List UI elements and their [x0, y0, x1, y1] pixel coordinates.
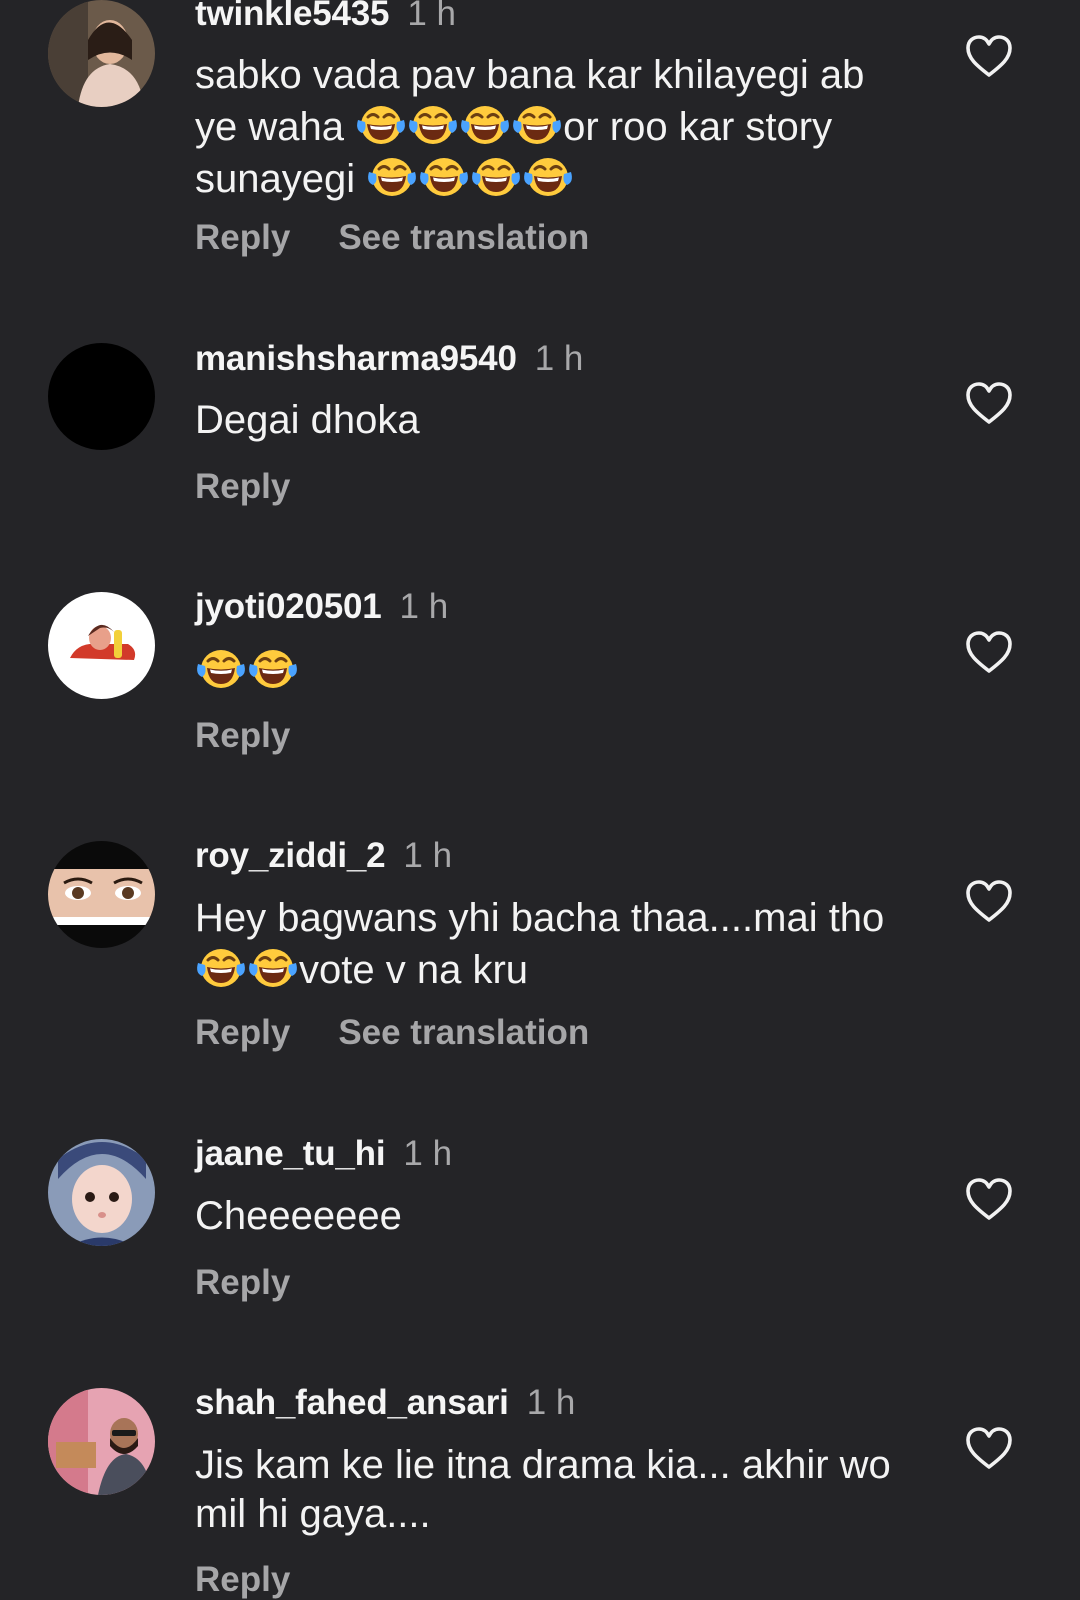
joy-emoji-icon	[355, 100, 407, 148]
joy-emoji-icon	[470, 152, 522, 200]
timestamp: 1 h	[526, 1383, 576, 1422]
username[interactable]: jyoti020501	[195, 587, 382, 626]
timestamp: 1 h	[534, 339, 584, 378]
joy-emoji-icon	[195, 644, 247, 692]
comment-text: Jis kam ke lie itna drama kia... akhir w…	[195, 1441, 915, 1539]
reply-button[interactable]: Reply	[195, 716, 290, 756]
avatar[interactable]	[48, 841, 155, 948]
comment-text: Hey bagwans yhi bacha thaa....mai tho vo…	[195, 894, 915, 995]
see-translation-button[interactable]: See translation	[338, 1013, 589, 1053]
avatar[interactable]	[48, 0, 155, 107]
joy-emoji-icon	[459, 100, 511, 148]
timestamp: 1 h	[407, 0, 456, 33]
see-translation-button[interactable]: See translation	[338, 218, 589, 258]
comment-actions: Reply	[195, 716, 290, 756]
reply-button[interactable]: Reply	[195, 218, 290, 258]
comment-text: Degai dhoka	[195, 396, 915, 445]
username[interactable]: roy_ziddi_2	[195, 836, 386, 875]
heart-outline-icon[interactable]	[964, 1176, 1014, 1222]
timestamp: 1 h	[399, 587, 449, 626]
joy-emoji-icon	[247, 943, 299, 991]
avatar[interactable]	[48, 592, 155, 699]
heart-outline-icon[interactable]	[964, 629, 1014, 675]
comment-text-part: Cheeeeeee	[195, 1194, 402, 1238]
comment-header: manishsharma9540 1 h	[195, 339, 583, 379]
comment-header: jyoti020501 1 h	[195, 587, 448, 627]
comment-text: Cheeeeeee	[195, 1192, 915, 1241]
comment-actions: Reply See translation	[195, 218, 589, 258]
heart-outline-icon[interactable]	[964, 380, 1014, 426]
username[interactable]: jaane_tu_hi	[195, 1134, 386, 1173]
comment-text: sabko vada pav bana kar khilayegi ab ye …	[195, 51, 915, 204]
comment-header: roy_ziddi_2 1 h	[195, 836, 452, 876]
joy-emoji-icon	[511, 100, 563, 148]
username[interactable]: shah_fahed_ansari	[195, 1383, 509, 1422]
joy-emoji-icon	[522, 152, 574, 200]
timestamp: 1 h	[403, 1134, 453, 1173]
avatar[interactable]	[48, 1388, 155, 1495]
reply-button[interactable]: Reply	[195, 1560, 290, 1600]
comment-header: twinkle5435 1 h	[195, 0, 456, 34]
comment-actions: Reply	[195, 1560, 290, 1600]
avatar[interactable]	[48, 343, 155, 450]
timestamp: 1 h	[403, 836, 453, 875]
heart-outline-icon[interactable]	[964, 33, 1014, 79]
joy-emoji-icon	[247, 644, 299, 692]
comment-actions: Reply	[195, 467, 290, 507]
username[interactable]: manishsharma9540	[195, 339, 517, 378]
joy-emoji-icon	[418, 152, 470, 200]
comment-header: jaane_tu_hi 1 h	[195, 1134, 452, 1174]
joy-emoji-icon	[195, 943, 247, 991]
comment-header: shah_fahed_ansari 1 h	[195, 1383, 575, 1423]
heart-outline-icon[interactable]	[964, 878, 1014, 924]
heart-outline-icon[interactable]	[964, 1425, 1014, 1471]
joy-emoji-icon	[366, 152, 418, 200]
joy-emoji-icon	[407, 100, 459, 148]
avatar[interactable]	[48, 1139, 155, 1246]
username[interactable]: twinkle5435	[195, 0, 390, 33]
comment-text-part: Hey bagwans yhi bacha thaa....mai tho	[195, 896, 885, 940]
comment-actions: Reply See translation	[195, 1013, 589, 1053]
comment-text-part: Jis kam ke lie itna drama kia... akhir w…	[195, 1443, 891, 1536]
comment-text	[195, 644, 915, 696]
reply-button[interactable]: Reply	[195, 1263, 290, 1303]
comment-text-part: Degai dhoka	[195, 398, 420, 442]
reply-button[interactable]: Reply	[195, 467, 290, 507]
comment-actions: Reply	[195, 1263, 290, 1303]
comment-text-part: vote v na kru	[299, 948, 529, 992]
reply-button[interactable]: Reply	[195, 1013, 290, 1053]
